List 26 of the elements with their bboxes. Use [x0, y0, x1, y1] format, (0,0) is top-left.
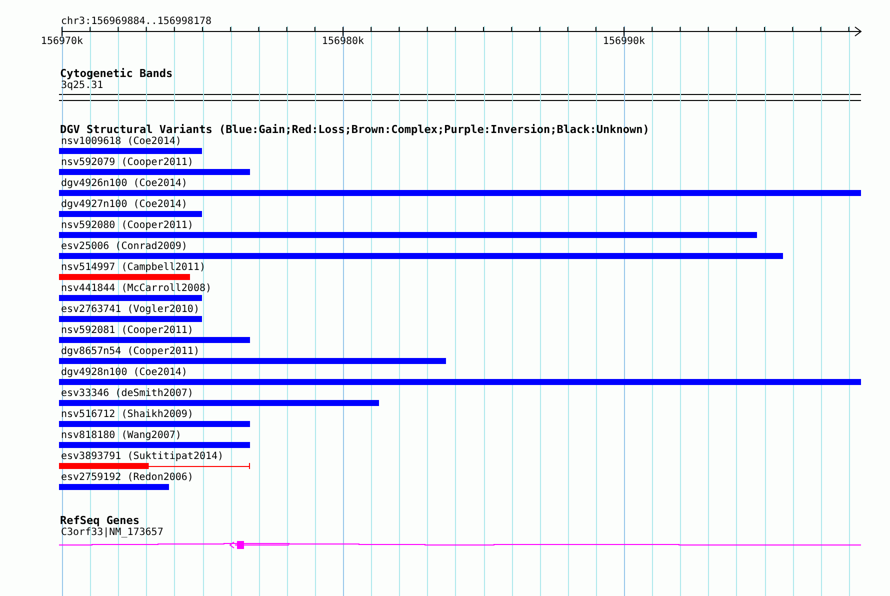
- variant-label: nsv1009618 (Coe2014): [60, 136, 182, 148]
- variant-label: dgv8657n54 (Cooper2011): [60, 346, 200, 358]
- tick-label: 156970k: [40, 36, 84, 47]
- tick-label: 156980k: [322, 36, 364, 47]
- variant-label: nsv592079 (Cooper2011): [60, 157, 194, 169]
- variant-label: nsv592080 (Cooper2011): [60, 220, 194, 232]
- variant-label: esv33346 (deSmith2007): [60, 388, 194, 400]
- band-label: 3q25.31: [60, 80, 104, 92]
- variant-label: nsv441844 (McCarroll2008): [60, 283, 213, 295]
- variant-label: esv25006 (Conrad2009): [60, 241, 188, 253]
- variant-label: nsv592081 (Cooper2011): [60, 325, 194, 337]
- track-title: Cytogenetic Bands: [59, 67, 174, 80]
- variant-label: dgv4928n100 (Coe2014): [60, 367, 188, 379]
- gene-label: C3orf33|NM_173657: [60, 527, 164, 539]
- variant-label: nsv514997 (Campbell2011): [60, 262, 206, 274]
- variant-label: dgv4927n100 (Coe2014): [60, 199, 188, 211]
- variant-label: nsv516712 (Shaikh2009): [60, 409, 194, 421]
- variant-label: esv2763741 (Vogler2010): [60, 304, 200, 316]
- track-title: RefSeq Genes: [59, 514, 140, 527]
- variant-label: esv2759192 (Redon2006): [60, 472, 194, 484]
- tick-label: 156990k: [602, 36, 646, 47]
- variant-label: dgv4926n100 (Coe2014): [60, 178, 188, 190]
- variant-label: esv3893791 (Suktitipat2014): [60, 451, 225, 463]
- region-label: chr3:156969884..156998178: [61, 16, 212, 27]
- variant-label: nsv818180 (Wang2007): [60, 430, 182, 442]
- track-title: DGV Structural Variants (Blue:Gain;Red:Loss;Brown:Complex;Purple:Inversion;Black:Unknown): [59, 123, 650, 136]
